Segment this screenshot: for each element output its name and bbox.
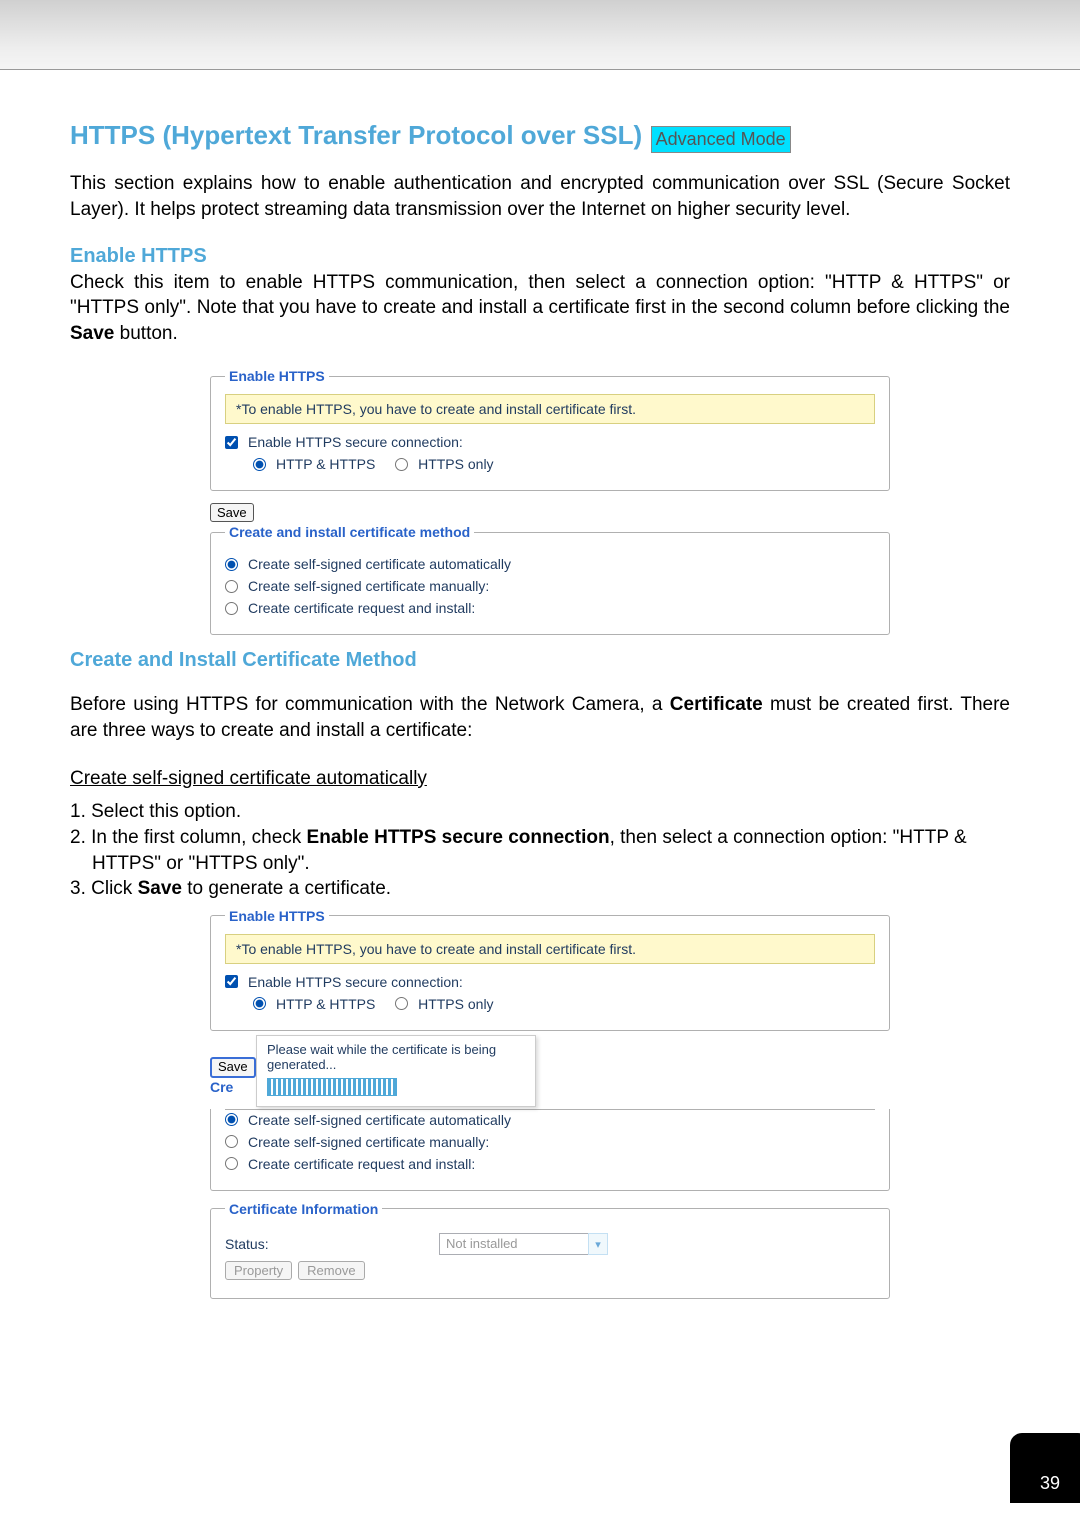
bold-fragment: Enable HTTPS secure connection [307,827,610,848]
remove-button[interactable]: Remove [298,1261,364,1280]
create-cert-fieldset: Create and install certificate method Cr… [210,524,890,635]
create-install-paragraph: Before using HTTPS for communication wit… [70,692,1010,743]
status-label: Status: [225,1236,425,1252]
text-fragment: Check this item to enable HTTPS communic… [70,272,1010,319]
enable-https-checkbox-label-2: Enable HTTPS secure connection: [248,974,463,990]
status-input [439,1233,589,1255]
cert-auto-radio[interactable] [225,558,238,571]
certificate-word: Certificate [670,694,763,715]
enable-https-ui-1: Enable HTTPS *To enable HTTPS, you have … [210,368,890,635]
http-and-https-radio-2[interactable] [253,997,266,1010]
https-only-label: HTTPS only [418,456,493,472]
cert-manual-label: Create self-signed certificate manually: [248,578,489,594]
property-button[interactable]: Property [225,1261,292,1280]
chevron-down-icon[interactable]: ▾ [588,1233,608,1255]
enable-https-fieldset-2: Enable HTTPS *To enable HTTPS, you have … [210,908,890,1031]
step-3: 3. Click Save to generate a certificate. [70,876,1010,902]
enable-https-ui-2: Enable HTTPS *To enable HTTPS, you have … [210,908,890,1299]
enable-https-text: Check this item to enable HTTPS communic… [70,270,1010,347]
enable-https-legend: Enable HTTPS [225,368,329,384]
step-2: 2. In the first column, check Enable HTT… [70,825,1010,876]
enable-https-checkbox[interactable] [225,436,238,449]
http-and-https-radio[interactable] [253,458,266,471]
text-fragment: to generate a certificate. [182,878,391,899]
enable-https-heading: Enable HTTPS [70,245,1010,268]
http-and-https-label-2: HTTP & HTTPS [276,996,375,1012]
cert-manual-label-2: Create self-signed certificate manually: [248,1134,489,1150]
enable-https-fieldset: Enable HTTPS *To enable HTTPS, you have … [210,368,890,491]
cert-request-radio[interactable] [225,602,238,615]
step-1: 1. Select this option. [70,799,1010,825]
cert-request-label: Create certificate request and install: [248,600,475,616]
https-only-radio-2[interactable] [395,997,408,1010]
progress-message: Please wait while the certificate is bei… [267,1042,525,1072]
page-top-bar [0,0,1080,70]
create-install-heading: Create and Install Certificate Method [70,649,1010,672]
save-word: Save [70,323,114,344]
cert-auto-radio-2[interactable] [225,1113,238,1126]
save-button[interactable]: Save [210,503,254,522]
cert-request-label-2: Create certificate request and install: [248,1156,475,1172]
text-fragment: 2. In the first column, check [70,827,307,848]
text-fragment: 3. Click [70,878,138,899]
https-only-radio[interactable] [395,458,408,471]
save-button-2[interactable]: Save [210,1057,256,1078]
auto-cert-subheading: Create self-signed certificate automatic… [70,766,1010,792]
cert-info-fieldset: Certificate Information Status: ▾ Proper… [210,1201,890,1299]
cert-auto-label: Create self-signed certificate automatic… [248,556,511,572]
page-number: 39 [1010,1433,1080,1503]
text-fragment: Before using HTTPS for communication wit… [70,694,670,715]
cert-manual-radio[interactable] [225,580,238,593]
advanced-mode-badge: Advanced Mode [651,126,791,153]
page-title: HTTPS (Hypertext Transfer Protocol over … [70,120,642,150]
progress-popup: Please wait while the certificate is bei… [256,1035,536,1107]
create-cert-legend: Create and install certificate method [225,524,474,540]
https-note-2: *To enable HTTPS, you have to create and… [225,934,875,964]
https-note: *To enable HTTPS, you have to create and… [225,394,875,424]
bold-fragment: Save [138,878,182,899]
enable-https-checkbox-label: Enable HTTPS secure connection: [248,434,463,450]
intro-paragraph: This section explains how to enable auth… [70,171,1010,222]
enable-https-checkbox-2[interactable] [225,975,238,988]
https-only-label-2: HTTPS only [418,996,493,1012]
create-cert-legend-partial: Cre [210,1079,233,1095]
cert-request-radio-2[interactable] [225,1157,238,1170]
progress-bar [267,1078,397,1096]
enable-https-legend-2: Enable HTTPS [225,908,329,924]
cert-manual-radio-2[interactable] [225,1135,238,1148]
cert-info-legend: Certificate Information [225,1201,382,1217]
http-and-https-label: HTTP & HTTPS [276,456,375,472]
text-fragment: button. [114,323,177,344]
cert-auto-label-2: Create self-signed certificate automatic… [248,1112,511,1128]
